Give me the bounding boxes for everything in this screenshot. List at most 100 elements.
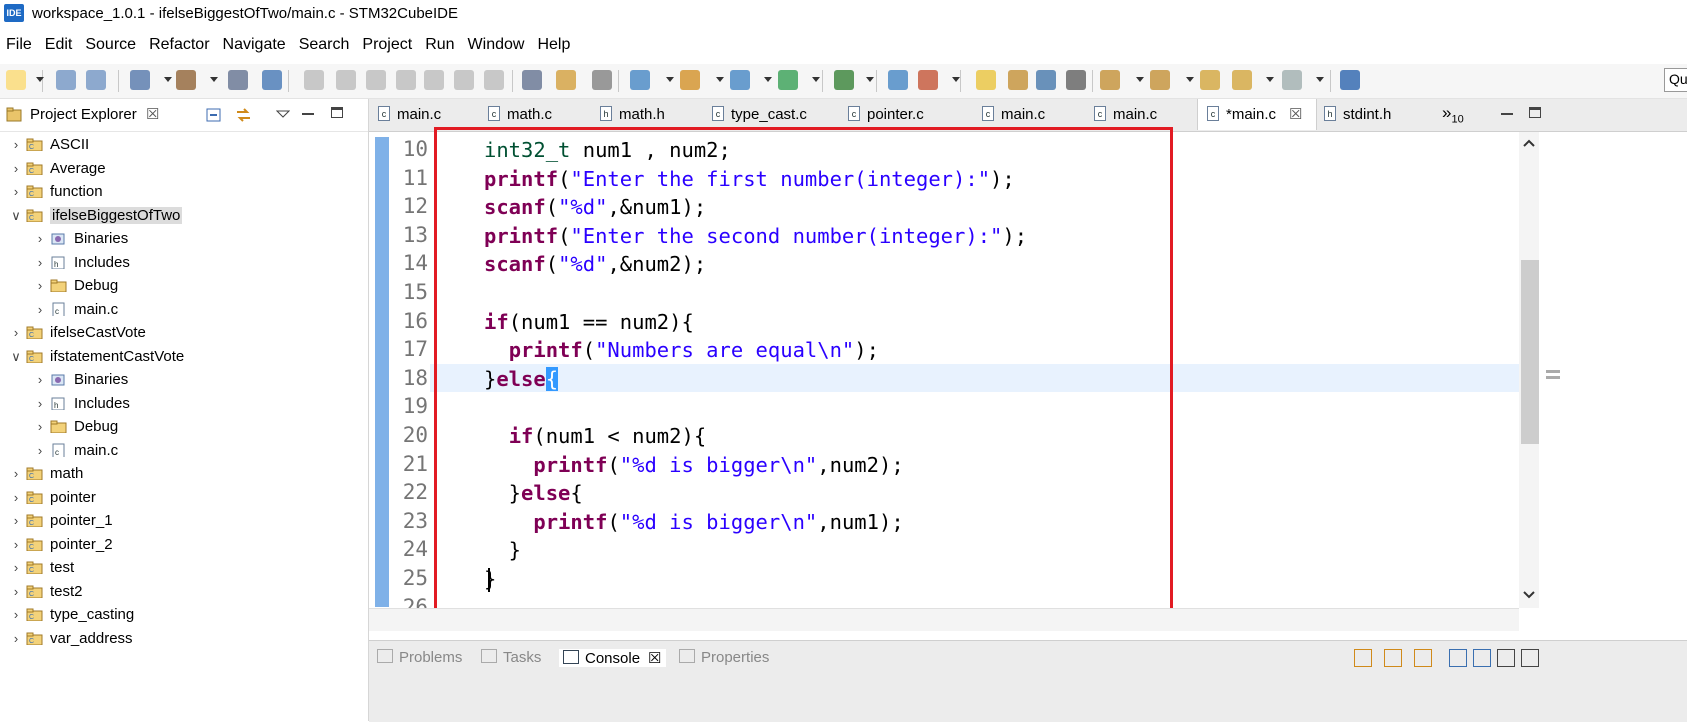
suspend-icon[interactable]: [336, 70, 356, 90]
bottom-tab[interactable]: Properties: [679, 649, 769, 666]
tree-item[interactable]: › Cmath: [0, 463, 368, 486]
tree-item[interactable]: › Cfunction: [0, 181, 368, 204]
chevron-right-icon[interactable]: ›: [10, 184, 22, 199]
tree-item[interactable]: › C Average: [0, 158, 368, 181]
close-icon[interactable]: ☒: [648, 650, 661, 667]
tree-item[interactable]: › Ctest: [0, 557, 368, 580]
open-type-icon[interactable]: [630, 70, 650, 90]
quick-access-input[interactable]: Qu: [1664, 68, 1687, 92]
tree-item[interactable]: › c main.c: [0, 299, 368, 322]
chevron-right-icon[interactable]: ›: [10, 560, 22, 575]
chevron-right-icon[interactable]: ›: [10, 584, 22, 599]
dropdown-arrow-icon[interactable]: [1186, 77, 1194, 82]
maximize-icon[interactable]: [331, 107, 343, 118]
menu-file[interactable]: File: [0, 32, 39, 56]
chevron-right-icon[interactable]: ›: [34, 396, 46, 411]
editor-tab[interactable]: c math.c: [479, 99, 591, 130]
minimize-icon[interactable]: [302, 113, 314, 115]
link-icon[interactable]: [1414, 649, 1432, 667]
menu-search[interactable]: Search: [293, 32, 357, 56]
tree-item[interactable]: › h Includes: [0, 393, 368, 416]
tree-item[interactable]: › Debug: [0, 416, 368, 439]
console-icon[interactable]: [888, 70, 908, 90]
dropdown-arrow-icon[interactable]: [764, 77, 772, 82]
chevron-right-icon[interactable]: ›: [10, 537, 22, 552]
editor-tab[interactable]: c main.c: [973, 99, 1085, 130]
build-icon[interactable]: [176, 70, 196, 90]
next-annotation-icon[interactable]: [1100, 70, 1120, 90]
dropdown-arrow-icon[interactable]: [36, 77, 44, 82]
menu-navigate[interactable]: Navigate: [217, 32, 293, 56]
bottom-tab[interactable]: Console ☒: [559, 649, 666, 667]
tree-item[interactable]: › C ASCII: [0, 134, 368, 157]
editor-maximize-icon[interactable]: [1529, 107, 1541, 118]
disconnect-icon[interactable]: [396, 70, 416, 90]
link-with-editor-icon[interactable]: [234, 106, 254, 124]
bug-icon[interactable]: [834, 70, 854, 90]
new-console-icon[interactable]: [1449, 649, 1467, 667]
scroll-down-icon[interactable]: [1523, 590, 1535, 600]
dropdown-arrow-icon[interactable]: [716, 77, 724, 82]
editor-minimize-icon[interactable]: [1501, 113, 1513, 115]
close-icon[interactable]: ☒: [1289, 105, 1302, 123]
use-step-filters-icon[interactable]: [522, 70, 542, 90]
tools-icon[interactable]: [918, 70, 938, 90]
highlight-icon[interactable]: [976, 70, 996, 90]
chevron-right-icon[interactable]: ›: [10, 137, 22, 152]
chevron-right-icon[interactable]: ›: [10, 490, 22, 505]
tree-item[interactable]: › Cpointer: [0, 487, 368, 510]
tree-item[interactable]: › c main.c: [0, 440, 368, 463]
tree-item[interactable]: › Binaries: [0, 228, 368, 251]
chevron-right-icon[interactable]: ›: [10, 513, 22, 528]
bottom-tab[interactable]: Tasks: [481, 649, 541, 666]
maximize-icon[interactable]: [1521, 649, 1539, 667]
block-selection-icon[interactable]: [1036, 70, 1056, 90]
collapse-all-icon[interactable]: [206, 107, 224, 123]
tree-item[interactable]: › Cvar_address: [0, 628, 368, 651]
terminate-icon[interactable]: [366, 70, 386, 90]
editor-tab[interactable]: h math.h: [591, 99, 703, 130]
dropdown-arrow-icon[interactable]: [812, 77, 820, 82]
chevron-down-icon[interactable]: ∨: [10, 349, 22, 365]
tree-item[interactable]: ∨ CifelseBiggestOfTwo: [0, 205, 368, 228]
tree-item[interactable]: › Cpointer_2: [0, 534, 368, 557]
horizontal-scrollbar[interactable]: [369, 608, 1519, 631]
binary-icon[interactable]: [228, 70, 248, 90]
chevron-right-icon[interactable]: ›: [10, 631, 22, 646]
vertical-scroll-thumb[interactable]: [1521, 260, 1539, 444]
mark-occurrences-icon[interactable]: [1008, 70, 1028, 90]
refresh-icon[interactable]: [778, 70, 798, 90]
tree-item[interactable]: › Ctype_casting: [0, 604, 368, 627]
new-icon[interactable]: [6, 70, 26, 90]
bottom-tab[interactable]: Problems: [377, 649, 462, 666]
dropdown-arrow-icon[interactable]: [1266, 77, 1274, 82]
save-all-icon[interactable]: [86, 70, 106, 90]
last-edit-icon[interactable]: [1200, 70, 1220, 90]
editor-tab[interactable]: c type_cast.c: [703, 99, 839, 130]
menu-window[interactable]: Window: [462, 32, 532, 56]
chevron-right-icon[interactable]: ›: [34, 255, 46, 270]
instruction-step-icon[interactable]: [556, 70, 576, 90]
dropdown-arrow-icon[interactable]: [164, 77, 172, 82]
chevron-right-icon[interactable]: ›: [10, 607, 22, 622]
chevron-right-icon[interactable]: ›: [34, 278, 46, 293]
menu-source[interactable]: Source: [79, 32, 143, 56]
pin-icon[interactable]: [1354, 649, 1372, 667]
build-config-icon[interactable]: [130, 70, 150, 90]
minimize-icon[interactable]: [1497, 649, 1515, 667]
back-icon[interactable]: [1232, 70, 1252, 90]
chevron-right-icon[interactable]: ›: [34, 443, 46, 458]
tree-item[interactable]: › h Includes: [0, 252, 368, 275]
info-icon[interactable]: [1340, 70, 1360, 90]
tree-item[interactable]: › Cpointer_1: [0, 510, 368, 533]
menu-run[interactable]: Run: [419, 32, 461, 56]
gear-icon[interactable]: [592, 70, 612, 90]
save-icon[interactable]: [56, 70, 76, 90]
editor-tab[interactable]: c main.c: [1085, 99, 1197, 130]
editor-tab[interactable]: h stdint.h: [1315, 99, 1435, 130]
editor-tab[interactable]: c main.c: [369, 99, 479, 130]
tree-item[interactable]: › Ctest2: [0, 581, 368, 604]
dropdown-arrow-icon[interactable]: [1136, 77, 1144, 82]
step-return-icon[interactable]: [484, 70, 504, 90]
dropdown-arrow-icon[interactable]: [1316, 77, 1324, 82]
